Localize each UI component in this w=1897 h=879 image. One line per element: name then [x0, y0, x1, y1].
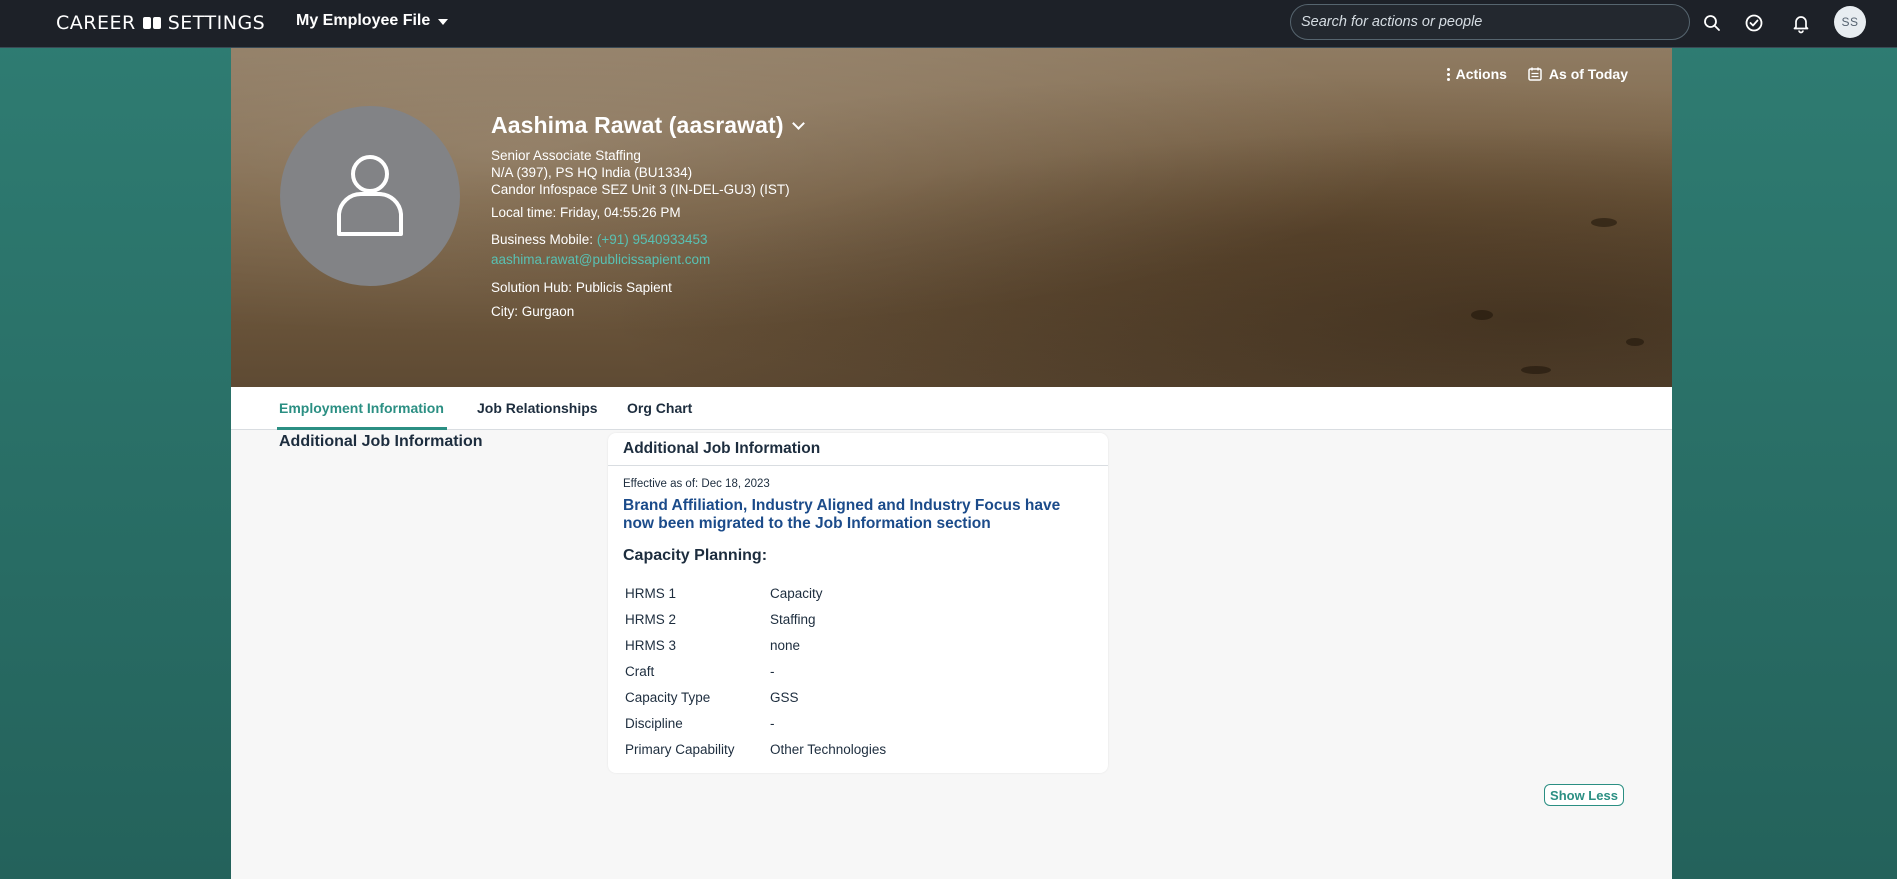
background-texture [1521, 366, 1551, 374]
job-title: Senior Associate Staffing [491, 148, 641, 163]
field-row: Capacity Type GSS [623, 684, 1093, 710]
employee-file-panel: Actions As of Today Aashima Rawat (aasra… [231, 48, 1672, 879]
company-logo[interactable]: CAREER SETTINGS [56, 11, 265, 35]
actions-button[interactable]: Actions [1446, 66, 1507, 82]
notification-bell-icon[interactable] [1790, 12, 1812, 34]
top-navigation-bar: CAREER SETTINGS My Employee File SS [0, 0, 1897, 48]
city: City: Gurgaon [491, 303, 803, 320]
search-icon[interactable] [1701, 12, 1723, 34]
field-row: Craft - [623, 658, 1093, 684]
effective-date: Effective as of: Dec 18, 2023 [623, 478, 770, 490]
business-mobile-label: Business Mobile: [491, 232, 594, 247]
profile-header: Actions As of Today Aashima Rawat (aasra… [231, 48, 1672, 387]
todo-check-icon[interactable] [1743, 12, 1765, 34]
section-title: Additional Job Information [279, 433, 483, 450]
tab-job-relationships[interactable]: Job Relationships [477, 400, 598, 416]
module-picker-label: My Employee File [296, 12, 431, 29]
field-label: Discipline [625, 715, 683, 731]
solution-hub: Solution Hub: Publicis Sapient [491, 279, 803, 296]
as-of-date-label: As of Today [1548, 66, 1628, 82]
more-vertical-icon [1446, 67, 1450, 81]
field-value: Capacity [770, 585, 823, 601]
employee-name-row: Aashima Rawat (aasrawat) [491, 112, 805, 139]
field-value: GSS [770, 689, 799, 705]
global-search[interactable] [1290, 4, 1690, 40]
tab-employment-information[interactable]: Employment Information [279, 400, 444, 416]
field-label: HRMS 3 [625, 637, 677, 653]
actions-label: Actions [1455, 66, 1507, 82]
module-picker[interactable]: My Employee File [296, 12, 449, 30]
solution-hub-value: Publicis Sapient [575, 280, 672, 295]
field-label: HRMS 2 [625, 611, 677, 627]
as-of-date-button[interactable]: As of Today [1527, 66, 1628, 82]
caret-down-icon [438, 19, 449, 25]
chevron-down-icon[interactable] [791, 117, 805, 130]
profile-info: Aashima Rawat (aasrawat) Senior Associat… [491, 112, 805, 320]
business-mobile: Business Mobile: (+91) 9540933453 [491, 231, 803, 248]
work-location: Candor Infospace SEZ Unit 3 (IN-DEL-GU3)… [491, 182, 790, 197]
field-label: HRMS 1 [625, 585, 677, 601]
brand-right-text: SETTINGS [167, 12, 266, 34]
field-value: Staffing [770, 611, 816, 627]
capacity-planning-heading: Capacity Planning: [623, 547, 768, 564]
field-row: Discipline - [623, 710, 1093, 736]
capacity-fields: HRMS 1 Capacity HRMS 2 Staffing HRMS 3 none… [623, 580, 1093, 762]
brand-left-text: CAREER [56, 12, 136, 34]
city-label: City: [491, 304, 518, 319]
local-time: Local time: Friday, 04:55:26 PM [491, 204, 803, 221]
background-texture [1626, 338, 1644, 346]
city-value: Gurgaon [521, 304, 575, 319]
field-label: Capacity Type [625, 689, 711, 705]
solution-hub-label: Solution Hub: [491, 280, 573, 295]
field-value: none [770, 637, 801, 653]
background-texture [1471, 310, 1493, 320]
job-summary: Senior Associate Staffing N/A (397), PS … [491, 147, 803, 198]
background-texture [1591, 218, 1617, 227]
card-title: Additional Job Information [608, 433, 1108, 466]
calendar-icon [1528, 67, 1542, 81]
department: N/A (397), PS HQ India (BU1334) [491, 165, 693, 180]
header-actions: Actions As of Today [1446, 66, 1628, 82]
user-avatar[interactable]: SS [1834, 6, 1866, 38]
tab-org-chart[interactable]: Org Chart [627, 400, 692, 416]
field-value: Other Technologies [770, 741, 887, 757]
field-value: - [770, 715, 775, 731]
field-label: Craft [625, 663, 655, 679]
field-row: HRMS 2 Staffing [623, 606, 1093, 632]
migration-notice: Brand Affiliation, Industry Aligned and … [623, 497, 1061, 532]
search-input[interactable] [1301, 14, 1679, 30]
field-label: Primary Capability [625, 741, 735, 757]
field-row: Primary Capability Other Technologies [623, 736, 1093, 762]
field-row: HRMS 1 Capacity [623, 580, 1093, 606]
business-mobile-link[interactable]: (+91) 9540933453 [597, 232, 708, 247]
employee-name: Aashima Rawat (aasrawat) [491, 112, 784, 138]
field-value: - [770, 663, 775, 679]
additional-job-info-card: Additional Job Information Effective as … [608, 433, 1108, 773]
local-time-value: Friday, 04:55:26 PM [560, 205, 681, 220]
email-link[interactable]: aashima.rawat@publicissapient.com [491, 252, 710, 267]
brand-mark-icon [142, 17, 161, 29]
show-less-button[interactable]: Show Less [1544, 784, 1624, 806]
profile-photo[interactable] [280, 106, 460, 286]
active-tab-indicator [277, 427, 447, 430]
user-placeholder-icon [337, 155, 403, 236]
field-row: HRMS 3 none [623, 632, 1093, 658]
local-time-label: Local time: [491, 205, 557, 220]
profile-tabs: Employment Information Job Relationships… [231, 387, 1672, 430]
